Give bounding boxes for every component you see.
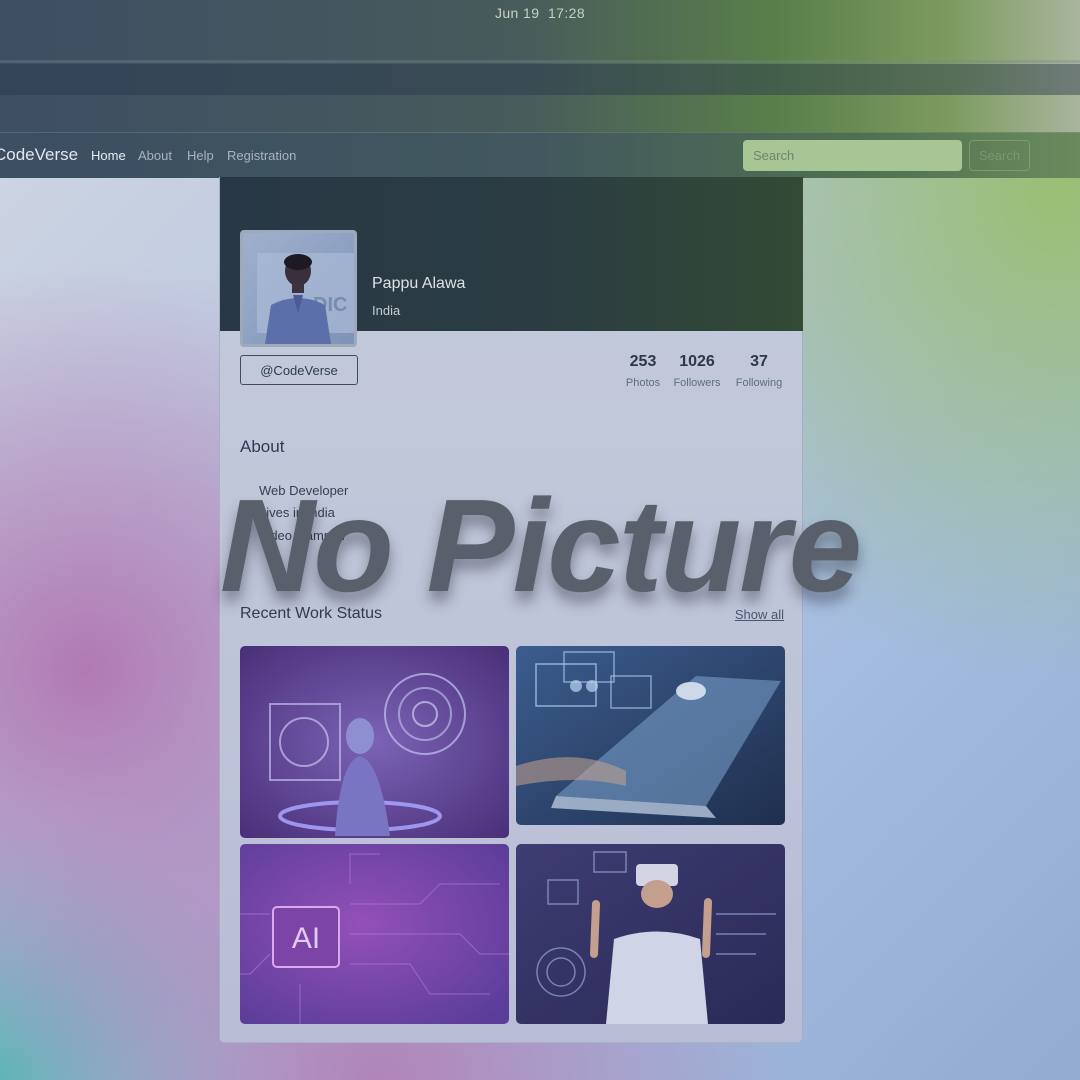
stat-following-label: Following: [735, 377, 783, 389]
nav-home[interactable]: Home: [91, 148, 126, 163]
ai-chip-image[interactable]: AI: [240, 844, 509, 1024]
search-button[interactable]: Search: [969, 140, 1030, 171]
stat-photos: 253 Photos: [624, 353, 662, 389]
nav-about[interactable]: About: [138, 148, 172, 163]
laptop-robot-hand-image[interactable]: [516, 646, 785, 825]
vr-headset-person-image[interactable]: [516, 844, 785, 1024]
nav-help[interactable]: Help: [187, 148, 214, 163]
navbar: CodeVerse Home About Help Registration S…: [0, 132, 1080, 178]
vr-headset-art: [516, 844, 785, 1024]
profile-name: Pappu Alawa: [372, 275, 466, 292]
clock: Jun 19 17:28: [0, 5, 1080, 21]
avatar[interactable]: DIC: [240, 230, 357, 347]
stat-photos-value: 253: [629, 353, 657, 370]
stat-following-value: 37: [750, 353, 768, 370]
stat-followers-value: 1026: [679, 353, 715, 370]
brand-logo[interactable]: CodeVerse: [0, 145, 78, 165]
stat-followers-label: Followers: [673, 377, 721, 389]
clock-date: Jun 19: [494, 5, 540, 21]
profile-card: DIC Pappu Alawa India @CodeVerse 253 Pho…: [219, 177, 803, 1043]
about-item: Lives in India: [259, 505, 335, 520]
robot-hologram-art: [240, 646, 509, 838]
ai-chip-art: AI: [240, 844, 509, 1024]
nav-registration[interactable]: Registration: [227, 148, 296, 163]
show-all-link[interactable]: Show all: [735, 607, 784, 622]
avatar-photo: DIC: [243, 233, 354, 344]
browser-divider: [0, 60, 1080, 63]
laptop-robot-art: [516, 646, 785, 825]
search-input[interactable]: [743, 140, 962, 171]
stat-following: 37 Following: [734, 353, 784, 389]
clock-time: 17:28: [547, 5, 586, 21]
handle-button[interactable]: @CodeVerse: [240, 355, 358, 385]
robot-hologram-image[interactable]: [240, 646, 509, 838]
about-item: Video Gammer: [259, 528, 347, 543]
browser-toolbar: [0, 64, 1080, 95]
profile-location: India: [372, 303, 401, 318]
system-top-bar: Jun 19 17:28: [0, 0, 1080, 132]
about-item: Web Developer: [259, 483, 349, 498]
stat-photos-label: Photos: [625, 377, 661, 389]
stat-followers: 1026 Followers: [672, 353, 722, 389]
recent-work-heading: Recent Work Status: [240, 605, 382, 622]
ai-chip-label: AI: [292, 922, 320, 955]
about-heading: About: [240, 437, 285, 456]
